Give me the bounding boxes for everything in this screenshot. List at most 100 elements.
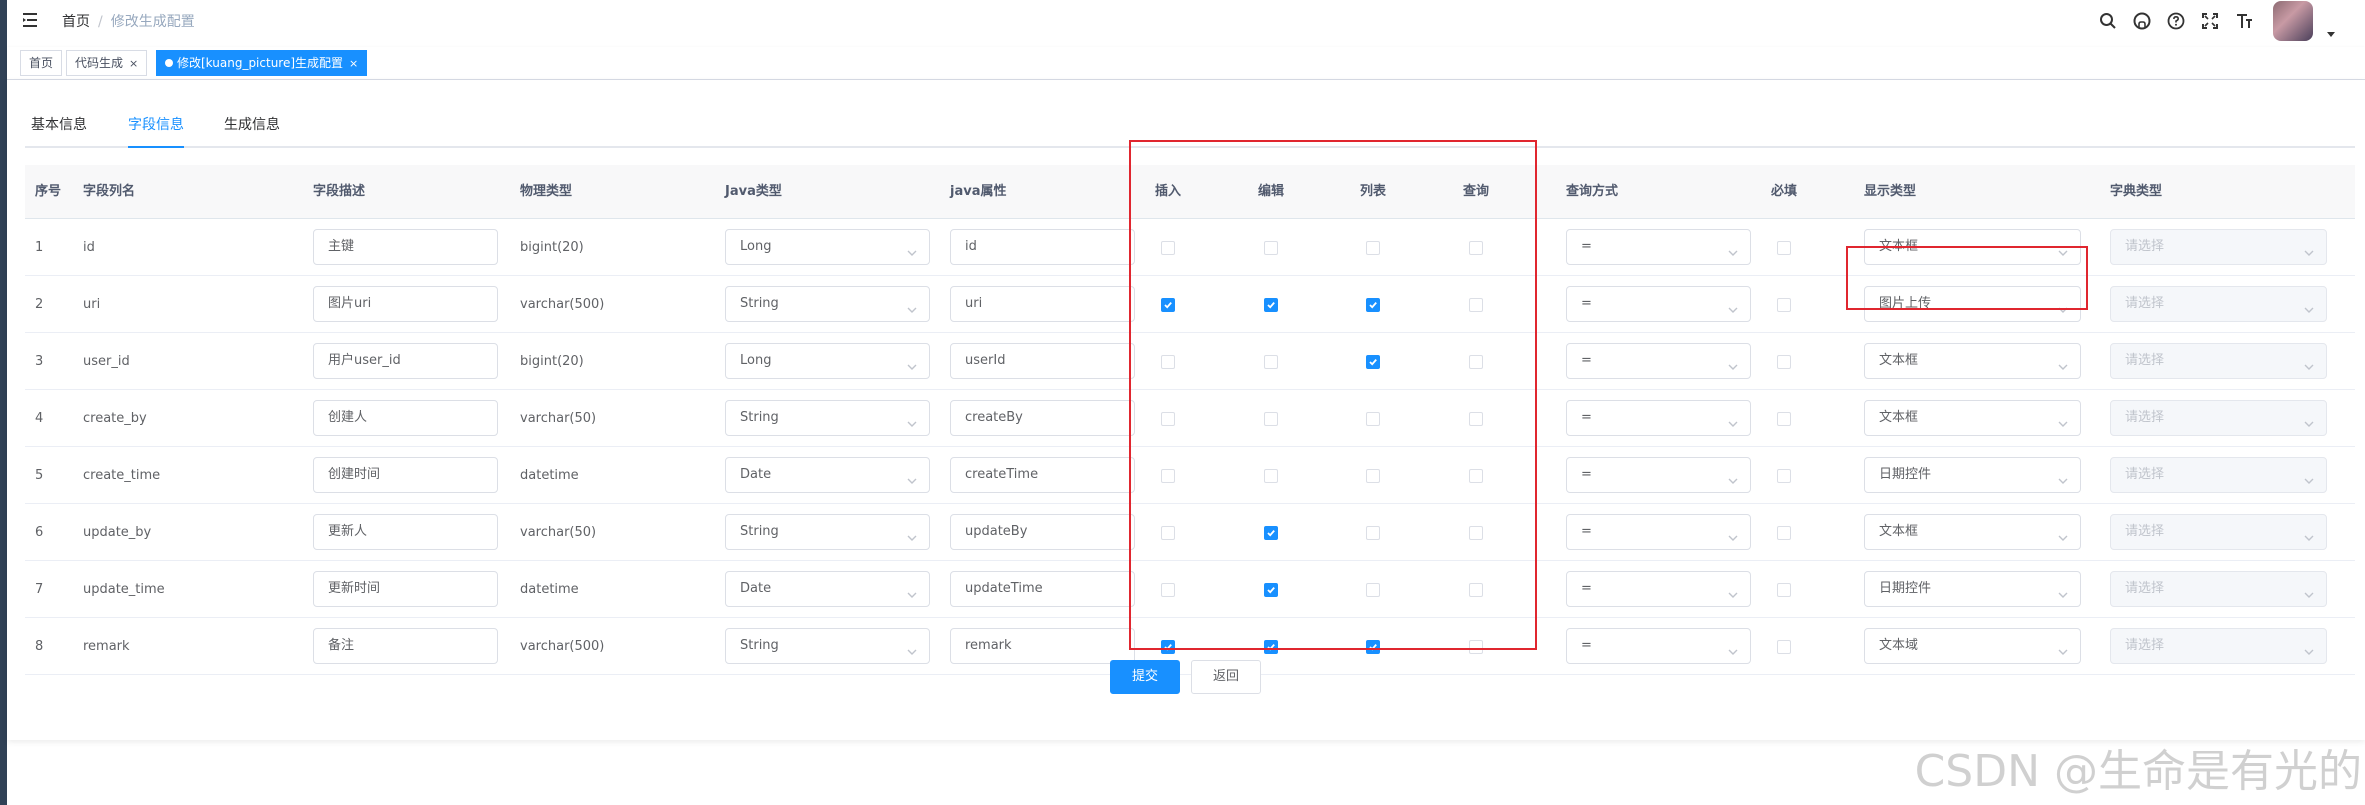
- search-icon[interactable]: [2097, 10, 2119, 32]
- dict-type-select[interactable]: 请选择: [2110, 343, 2327, 379]
- close-icon[interactable]: ×: [349, 57, 358, 70]
- dict-type-placeholder: 请选择: [2125, 296, 2165, 311]
- dict-type-select[interactable]: 请选择: [2110, 514, 2327, 550]
- chevron-down-icon: [905, 240, 919, 256]
- tag-label: 修改[kuang_picture]生成配置: [177, 56, 344, 70]
- required-checkbox[interactable]: [1777, 298, 1791, 312]
- column-comment-input[interactable]: 用户user_id: [313, 343, 498, 379]
- column-comment-input[interactable]: 更新时间: [313, 571, 498, 607]
- column-comment-input[interactable]: 备注: [313, 628, 498, 664]
- column-comment-input[interactable]: 主键: [313, 229, 498, 265]
- tab-basic-info[interactable]: 基本信息: [31, 108, 87, 148]
- required-checkbox[interactable]: [1777, 469, 1791, 483]
- close-icon[interactable]: ×: [129, 57, 138, 70]
- dict-type-select[interactable]: 请选择: [2110, 400, 2327, 436]
- back-button[interactable]: 返回: [1191, 660, 1261, 694]
- font-size-icon[interactable]: [2233, 10, 2255, 32]
- db-type: bigint(20): [520, 240, 584, 255]
- query-type-select[interactable]: =: [1566, 400, 1751, 436]
- query-type-select[interactable]: =: [1566, 286, 1751, 322]
- java-type-select[interactable]: Long: [725, 343, 930, 379]
- java-field-input[interactable]: uri: [950, 286, 1135, 322]
- java-field-input[interactable]: createBy: [950, 400, 1135, 436]
- dict-type-select[interactable]: 请选择: [2110, 229, 2327, 265]
- column-name: update_time: [83, 582, 165, 597]
- query-type-select[interactable]: =: [1566, 229, 1751, 265]
- query-type-select[interactable]: =: [1566, 343, 1751, 379]
- query-type-value: =: [1581, 239, 1592, 254]
- question-icon[interactable]: [2165, 10, 2187, 32]
- html-type-select[interactable]: 文本域: [1864, 628, 2081, 664]
- right-menu: [2097, 0, 2335, 42]
- column-name: user_id: [83, 354, 130, 369]
- query-type-select[interactable]: =: [1566, 628, 1751, 664]
- tag-home[interactable]: 首页: [20, 50, 63, 76]
- java-type-select[interactable]: String: [725, 514, 930, 550]
- java-field-input[interactable]: createTime: [950, 457, 1135, 493]
- dict-type-select[interactable]: 请选择: [2110, 457, 2327, 493]
- dict-type-select[interactable]: 请选择: [2110, 286, 2327, 322]
- tag-edit-config[interactable]: 修改[kuang_picture]生成配置 ×: [156, 50, 368, 76]
- db-type: varchar(50): [520, 525, 597, 540]
- highlight-box-checkbox-columns: [1129, 140, 1537, 650]
- breadcrumb: 首页 / 修改生成配置: [62, 11, 195, 31]
- html-type-value: 日期控件: [1879, 467, 1932, 482]
- column-name: create_time: [83, 468, 161, 483]
- chevron-down-icon: [905, 639, 919, 655]
- required-checkbox[interactable]: [1777, 241, 1791, 255]
- tab-field-info[interactable]: 字段信息: [128, 108, 184, 148]
- column-comment-input[interactable]: 创建人: [313, 400, 498, 436]
- tag-gen[interactable]: 代码生成 ×: [66, 50, 148, 76]
- required-checkbox[interactable]: [1777, 640, 1791, 654]
- html-type-select[interactable]: 日期控件: [1864, 571, 2081, 607]
- tag-label: 代码生成: [75, 56, 124, 70]
- breadcrumb-separator: /: [98, 14, 103, 30]
- submit-button[interactable]: 提交: [1110, 660, 1180, 694]
- required-checkbox[interactable]: [1777, 355, 1791, 369]
- chevron-down-icon[interactable]: [2327, 31, 2335, 37]
- column-comment-input[interactable]: 图片uri: [313, 286, 498, 322]
- java-field-input[interactable]: updateBy: [950, 514, 1135, 550]
- column-comment-input[interactable]: 创建时间: [313, 457, 498, 493]
- tab-gen-info[interactable]: 生成信息: [224, 108, 280, 148]
- query-type-select[interactable]: =: [1566, 457, 1751, 493]
- java-type-value: Date: [740, 467, 772, 482]
- dict-type-select[interactable]: 请选择: [2110, 628, 2327, 664]
- html-type-select[interactable]: 文本框: [1864, 514, 2081, 550]
- required-checkbox[interactable]: [1777, 526, 1791, 540]
- java-type-value: Date: [740, 581, 772, 596]
- required-checkbox[interactable]: [1777, 583, 1791, 597]
- column-name: create_by: [83, 411, 147, 426]
- html-type-select[interactable]: 文本框: [1864, 400, 2081, 436]
- java-field-input[interactable]: userId: [950, 343, 1135, 379]
- query-type-select[interactable]: =: [1566, 514, 1751, 550]
- java-type-select[interactable]: String: [725, 628, 930, 664]
- html-type-select[interactable]: 日期控件: [1864, 457, 2081, 493]
- breadcrumb-home[interactable]: 首页: [62, 14, 90, 30]
- chevron-down-icon: [905, 525, 919, 541]
- github-icon[interactable]: [2131, 10, 2153, 32]
- java-field-input[interactable]: updateTime: [950, 571, 1135, 607]
- chevron-down-icon: [1726, 354, 1740, 370]
- required-checkbox[interactable]: [1777, 412, 1791, 426]
- hamburger-icon[interactable]: [21, 9, 43, 31]
- html-type-select[interactable]: 文本框: [1864, 343, 2081, 379]
- java-type-select[interactable]: Date: [725, 457, 930, 493]
- avatar[interactable]: [2273, 1, 2313, 41]
- column-header: java属性: [950, 184, 1007, 199]
- java-type-value: String: [740, 410, 779, 425]
- java-field-input[interactable]: id: [950, 229, 1135, 265]
- java-type-select[interactable]: Date: [725, 571, 930, 607]
- column-comment-input[interactable]: 更新人: [313, 514, 498, 550]
- fullscreen-icon[interactable]: [2199, 10, 2221, 32]
- java-field-input[interactable]: remark: [950, 628, 1135, 664]
- java-type-select[interactable]: String: [725, 286, 930, 322]
- dict-type-select[interactable]: 请选择: [2110, 571, 2327, 607]
- query-type-select[interactable]: =: [1566, 571, 1751, 607]
- java-type-select[interactable]: Long: [725, 229, 930, 265]
- chevron-down-icon: [2056, 354, 2070, 370]
- java-type-value: String: [740, 638, 779, 653]
- java-type-select[interactable]: String: [725, 400, 930, 436]
- chevron-down-icon: [2302, 525, 2316, 541]
- column-header: 查询方式: [1566, 184, 1619, 199]
